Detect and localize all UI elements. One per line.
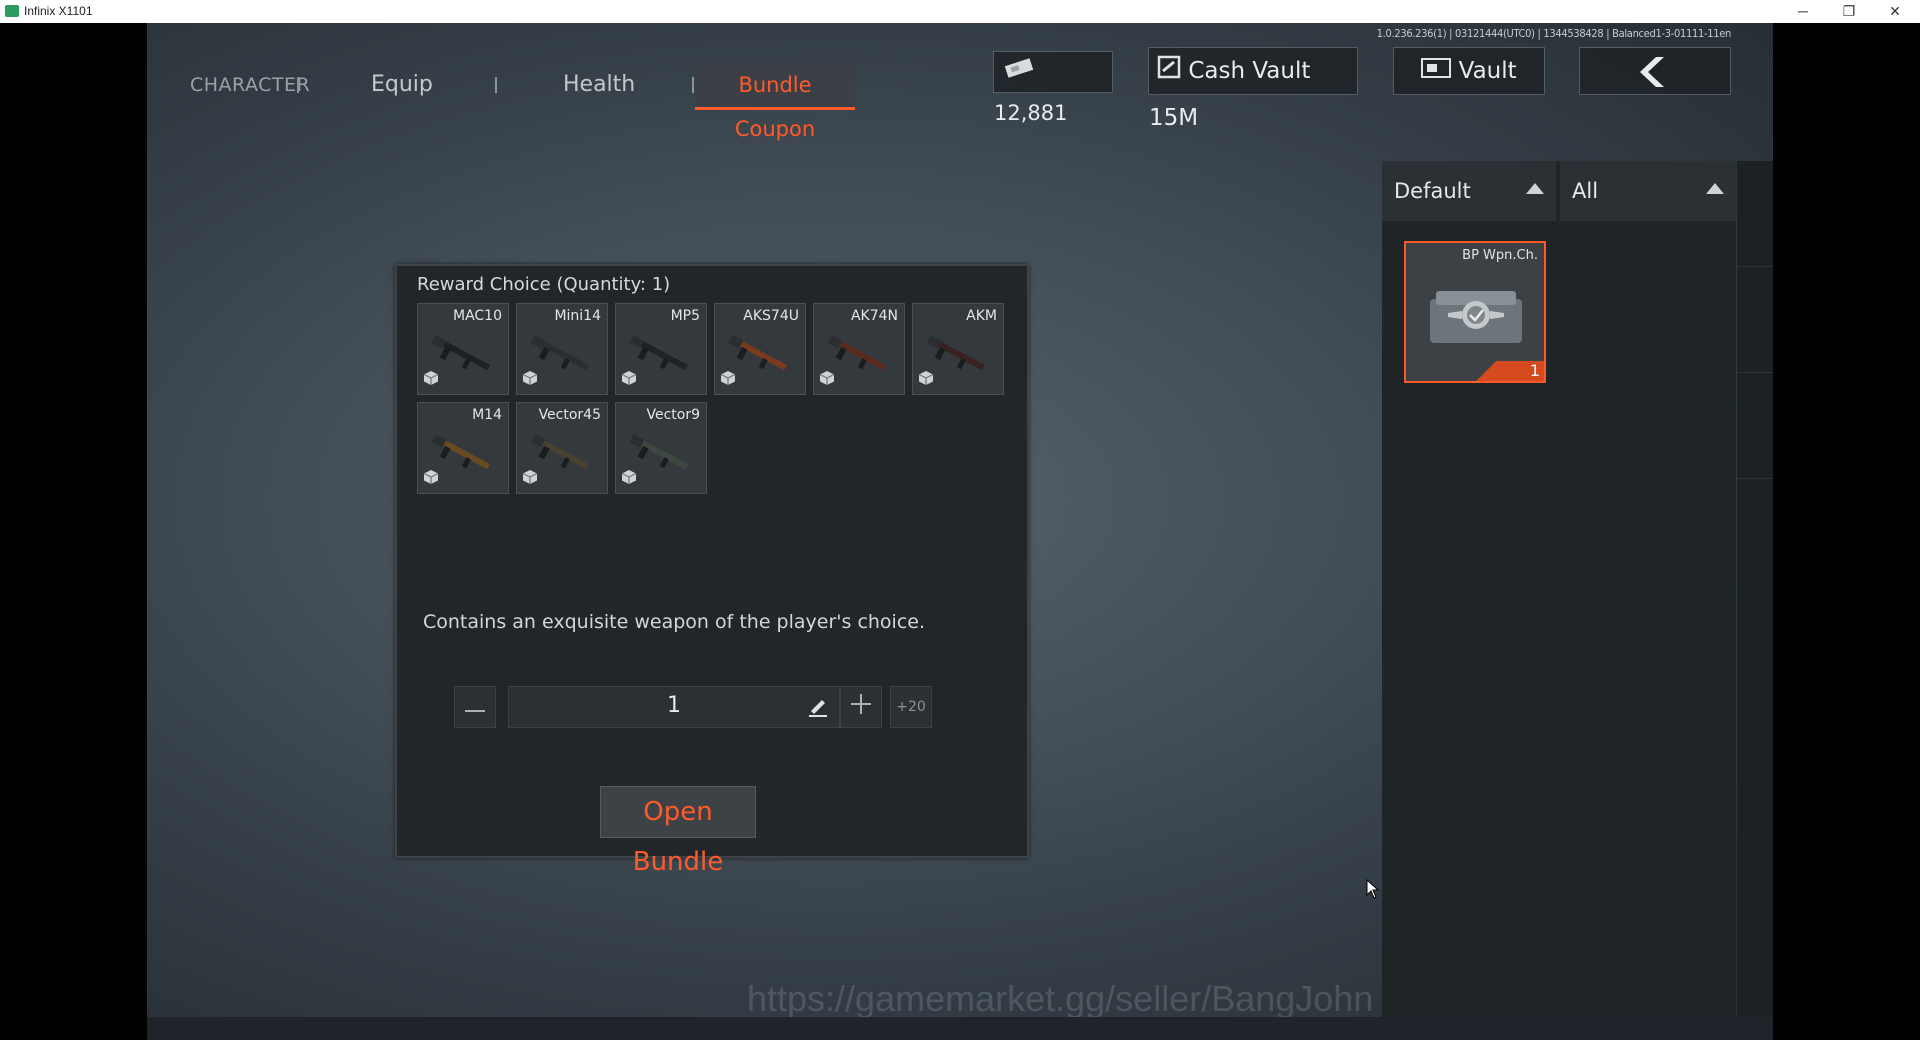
gift-tab[interactable] — [1737, 373, 1773, 479]
version-text: 1.0.236.236(1) | 03121444(UTC0) | 134453… — [1376, 27, 1732, 40]
weapon-slot[interactable]: AKS74U — [714, 303, 806, 395]
window-titlebar: Infinix X1101 ─ ❐ ✕ — [0, 0, 1920, 23]
game-viewport: 1.0.236.236(1) | 03121444(UTC0) | 134453… — [147, 23, 1773, 1017]
edit-pencil-icon[interactable] — [807, 695, 829, 721]
cash-icon — [1002, 53, 1036, 93]
weapon-slot[interactable]: Vector9 — [615, 402, 707, 494]
vault-button[interactable]: Vault — [1393, 47, 1545, 95]
dialog-title: Reward Choice (Quantity: 1) — [417, 274, 671, 295]
open-bundle-button[interactable]: Open Bundle — [600, 786, 756, 877]
inventory-item[interactable]: BP Wpn.Ch. 1 — [1404, 241, 1546, 383]
tab-separator — [495, 77, 497, 93]
crate-icon — [522, 370, 538, 390]
weapon-slot[interactable]: Vector45 — [516, 402, 608, 494]
mouse-cursor-icon — [1366, 878, 1380, 903]
crate-icon — [621, 469, 637, 489]
watermark-text: https://gamemarket.gg/seller/BangJohn — [747, 978, 1374, 1017]
window-title: Infinix X1101 — [24, 4, 93, 18]
weapon-slot[interactable]: AKM — [912, 303, 1004, 395]
crate-icon — [423, 370, 439, 390]
increase-quantity-button[interactable] — [840, 686, 882, 728]
crate-icon — [522, 469, 538, 489]
app-icon — [5, 5, 19, 17]
minimize-button[interactable]: ─ — [1780, 0, 1826, 23]
weapon-name: AK74N — [850, 308, 898, 324]
chevron-up-icon — [1526, 183, 1544, 194]
plus-icon — [851, 694, 871, 714]
sort-dropdown-value: Default — [1394, 179, 1471, 203]
card-tab[interactable] — [1737, 267, 1773, 373]
tab-bundle-coupon[interactable]: Bundle Coupon — [695, 63, 855, 141]
weapon-name: M14 — [472, 407, 502, 423]
category-dropdown-value: All — [1572, 179, 1599, 203]
chevron-up-icon — [1706, 183, 1724, 194]
weapon-name: AKM — [966, 308, 997, 324]
weapon-slot[interactable]: M14 — [417, 402, 509, 494]
decrease-quantity-button[interactable] — [454, 686, 496, 728]
crate-icon — [621, 370, 637, 390]
bundle-description: Contains an exquisite weapon of the play… — [423, 611, 926, 633]
restore-button[interactable]: ❐ — [1826, 0, 1872, 23]
crate-icon — [819, 370, 835, 390]
chest-tab[interactable] — [1737, 161, 1773, 267]
close-button[interactable]: ✕ — [1872, 0, 1918, 23]
weapon-name: AKS74U — [743, 308, 799, 324]
bottom-strip — [147, 1017, 1773, 1040]
cash-vault-button[interactable]: Cash Vault 15M — [1148, 47, 1358, 131]
tab-separator — [692, 77, 694, 93]
minus-icon — [465, 710, 485, 712]
crate-icon — [918, 370, 934, 390]
weapon-name: MP5 — [670, 308, 700, 324]
tab-equip[interactable]: Equip — [371, 63, 433, 107]
weapon-name: MAC10 — [453, 308, 502, 324]
weapon-name: Mini14 — [554, 308, 601, 324]
tab-health[interactable]: Health — [563, 63, 635, 107]
currency-amount: 12,881 — [994, 101, 1068, 125]
quantity-field[interactable]: 1 — [508, 686, 840, 728]
weapon-slot[interactable]: Mini14 — [516, 303, 608, 395]
plus-twenty-button[interactable]: +20 — [890, 686, 932, 728]
weapon-crate-icon — [1426, 281, 1526, 355]
item-name: BP Wpn.Ch. — [1462, 248, 1538, 263]
tab-character[interactable]: CHARACTER — [190, 63, 310, 107]
category-dropdown[interactable]: All — [1560, 161, 1736, 221]
weapon-name: Vector9 — [646, 407, 700, 423]
weapon-slot[interactable]: AK74N — [813, 303, 905, 395]
inventory-panel: Default All BP Wpn.Ch. 1 — [1382, 161, 1736, 1017]
currency-display: 12,881 — [993, 51, 1113, 125]
weapon-slot[interactable]: MAC10 — [417, 303, 509, 395]
weapon-slot[interactable]: MP5 — [615, 303, 707, 395]
cash-vault-icon — [1157, 49, 1181, 95]
side-icon-column — [1737, 161, 1773, 1017]
crate-icon — [423, 469, 439, 489]
crate-icon — [720, 370, 736, 390]
vault-icon — [1421, 49, 1452, 95]
item-count: 1 — [1529, 361, 1540, 380]
back-arrow-icon — [1638, 55, 1672, 107]
sort-dropdown[interactable]: Default — [1382, 161, 1556, 221]
reward-choice-dialog: Reward Choice (Quantity: 1) MAC10 Mini14 M… — [395, 264, 1029, 877]
tab-separator — [297, 77, 299, 93]
quantity-value: 1 — [667, 693, 681, 718]
vault-label: Vault — [1458, 58, 1517, 84]
weapon-name: Vector45 — [538, 407, 601, 423]
back-button[interactable] — [1579, 47, 1731, 95]
